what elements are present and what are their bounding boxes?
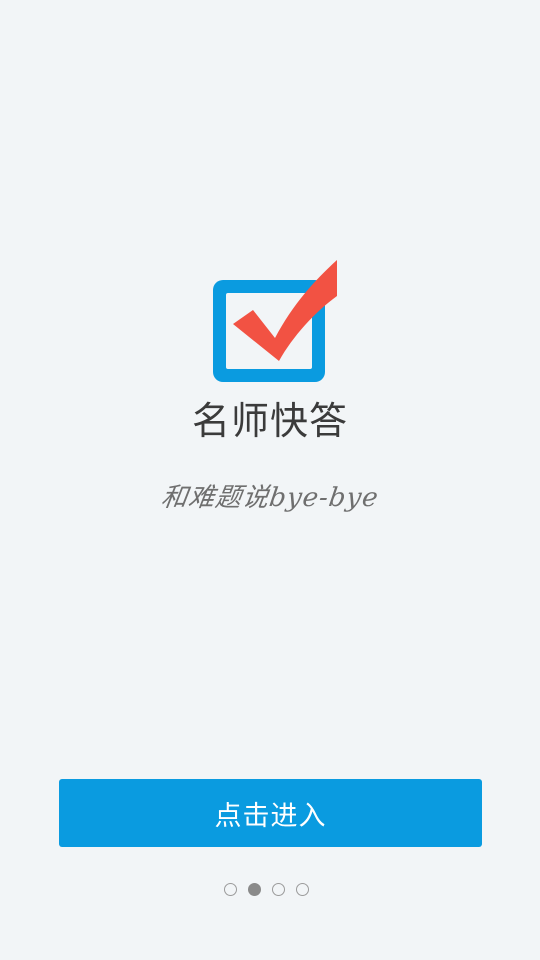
checkbox-checked-icon xyxy=(213,260,337,382)
page-dot-3[interactable] xyxy=(272,883,285,896)
splash-screen: 名师快答 和难题说bye-bye 点击进入 xyxy=(0,0,540,960)
app-slogan: 和难题说bye-bye xyxy=(159,483,381,513)
enter-button[interactable]: 点击进入 xyxy=(59,779,482,847)
app-name: 名师快答 xyxy=(191,399,348,443)
page-indicator xyxy=(224,883,309,897)
page-dot-2[interactable] xyxy=(248,883,261,896)
page-dot-4[interactable] xyxy=(296,883,309,896)
page-dot-1[interactable] xyxy=(224,883,237,896)
